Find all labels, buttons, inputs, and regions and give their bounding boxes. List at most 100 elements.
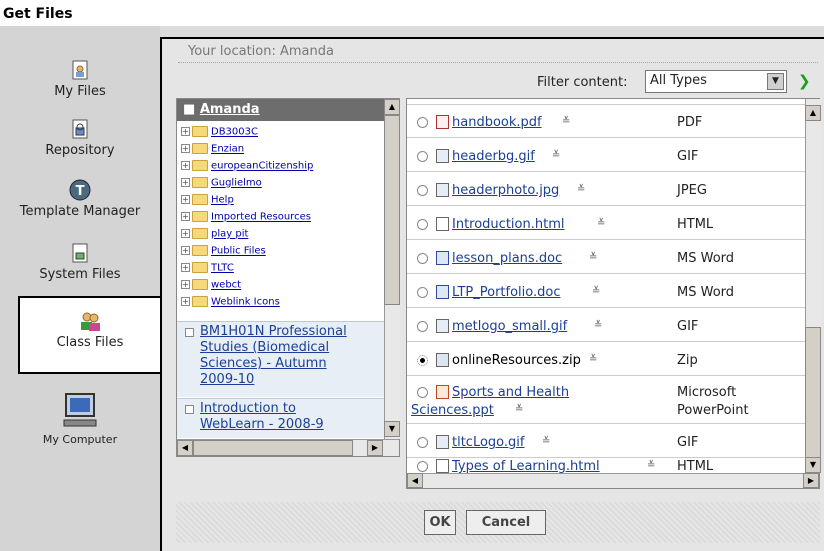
file-row[interactable]: metlogo_small.gif ≚ GIF: [407, 309, 805, 342]
expand-icon[interactable]: +: [181, 263, 190, 272]
file-row[interactable]: LTP_Portfolio.doc ≚ MS Word: [407, 275, 805, 308]
tree-vertical-scrollbar[interactable]: ▲ ▼: [384, 99, 400, 439]
file-row[interactable]: lesson_plans.doc ≚ MS Word: [407, 241, 805, 274]
properties-icon[interactable]: ≚: [577, 184, 588, 195]
file-row[interactable]: tltcLogo.gif ≚ GIF: [407, 425, 805, 458]
expand-icon[interactable]: +: [181, 246, 190, 255]
expand-icon[interactable]: +: [181, 212, 190, 221]
tree-folder-label[interactable]: play pit: [211, 229, 248, 240]
tree-folder-label[interactable]: Weblink Icons: [211, 297, 280, 308]
file-name-link[interactable]: headerbg.gif: [452, 149, 535, 164]
properties-icon[interactable]: ≚: [552, 150, 563, 161]
tree-folder[interactable]: + Public Files: [181, 245, 266, 257]
cancel-button[interactable]: Cancel: [466, 510, 546, 535]
expand-icon[interactable]: +: [181, 195, 190, 204]
properties-icon[interactable]: ≚: [592, 286, 603, 297]
expand-icon[interactable]: +: [181, 280, 190, 289]
course-label[interactable]: Introduction to: [200, 401, 296, 416]
tree-folder-label[interactable]: Public Files: [211, 246, 266, 257]
properties-icon[interactable]: ≚: [589, 354, 600, 365]
files-vertical-scrollbar[interactable]: ▲ ▼: [805, 99, 821, 473]
course-checkbox[interactable]: [185, 405, 194, 414]
file-row[interactable]: Types of Learning.html ≚ HTML: [407, 459, 805, 474]
tree-folder[interactable]: + DB3003C: [181, 126, 258, 138]
scroll-right-icon[interactable]: ▶: [803, 473, 819, 488]
tree-folder[interactable]: + Weblink Icons: [181, 296, 280, 308]
properties-icon[interactable]: ≚: [594, 320, 605, 331]
expand-icon[interactable]: +: [181, 161, 190, 170]
tree-folder[interactable]: + Help: [181, 194, 234, 206]
scroll-down-icon[interactable]: ▼: [805, 457, 821, 473]
tree-course[interactable]: BM1H01N Professional Studies (Biomedical…: [177, 321, 384, 397]
scroll-thumb[interactable]: [805, 327, 821, 459]
sidebar-item-system-files[interactable]: System Files: [0, 241, 160, 282]
file-row[interactable]: onlineResources.zip ≚ Zip: [407, 343, 805, 376]
course-checkbox[interactable]: [185, 328, 194, 337]
file-row[interactable]: handbook.pdf ≚ PDF: [407, 106, 805, 138]
file-row[interactable]: Introduction.html ≚ HTML: [407, 207, 805, 240]
scroll-up-icon[interactable]: ▲: [384, 99, 400, 115]
expand-icon[interactable]: +: [181, 297, 190, 306]
course-label[interactable]: Studies (Biomedical: [200, 340, 329, 355]
file-name-link[interactable]: lesson_plans.doc: [452, 251, 562, 266]
file-row[interactable]: Sports and Health Sciences.ppt ≚ Microso…: [407, 377, 805, 424]
scroll-down-icon[interactable]: ▼: [384, 421, 400, 437]
file-name-link[interactable]: Types of Learning.html: [452, 459, 600, 474]
sidebar-item-my-computer[interactable]: My Computer: [0, 390, 160, 447]
tree-folder[interactable]: + Imported Resources: [181, 211, 311, 223]
properties-icon[interactable]: ≚: [515, 404, 526, 415]
file-radio[interactable]: [417, 219, 428, 230]
file-row[interactable]: headerbg.gif ≚ GIF: [407, 139, 805, 172]
tree-folder[interactable]: + Enzian: [181, 143, 244, 155]
tree-folder-label[interactable]: Help: [211, 195, 234, 206]
properties-icon[interactable]: ≚: [589, 252, 600, 263]
file-row[interactable]: headerphoto.jpg ≚ JPEG: [407, 173, 805, 206]
file-name-link[interactable]: headerphoto.jpg: [452, 183, 559, 198]
file-radio[interactable]: [417, 253, 428, 264]
file-name-link[interactable]: Sciences.ppt: [411, 403, 494, 418]
file-radio[interactable]: [417, 437, 428, 448]
file-radio[interactable]: [417, 461, 428, 472]
scroll-left-icon[interactable]: ◀: [407, 473, 423, 488]
file-name-link[interactable]: tltcLogo.gif: [452, 435, 524, 450]
sidebar-item-class-files[interactable]: Class Files: [10, 309, 170, 350]
tree-folder[interactable]: + TLTC: [181, 262, 234, 274]
tree-folder[interactable]: + europeanCitizenship: [181, 160, 313, 172]
tree-folder-label[interactable]: Enzian: [211, 144, 244, 155]
properties-icon[interactable]: ≚: [647, 460, 658, 471]
files-horizontal-scrollbar[interactable]: ◀ ▶: [407, 473, 819, 488]
file-name-link[interactable]: Sports and Health: [452, 385, 569, 400]
tree-horizontal-scrollbar[interactable]: ◀ ▶: [177, 439, 399, 456]
tree-folder[interactable]: + webct: [181, 279, 241, 291]
properties-icon[interactable]: ≚: [562, 116, 573, 127]
scroll-left-icon[interactable]: ◀: [177, 440, 193, 456]
scroll-thumb[interactable]: [384, 115, 400, 305]
expand-icon[interactable]: +: [181, 178, 190, 187]
go-arrow-icon[interactable]: ❯: [798, 72, 811, 90]
file-name-link[interactable]: Introduction.html: [452, 217, 564, 232]
file-radio[interactable]: [417, 185, 428, 196]
properties-icon[interactable]: ≚: [597, 218, 608, 229]
file-name-link[interactable]: metlogo_small.gif: [452, 319, 567, 334]
ok-button[interactable]: OK: [424, 510, 456, 535]
course-label[interactable]: 2009-10: [200, 372, 254, 387]
course-label[interactable]: Sciences) - Autumn: [200, 356, 327, 371]
file-name-link[interactable]: LTP_Portfolio.doc: [452, 285, 560, 300]
file-radio[interactable]: [417, 117, 428, 128]
file-radio[interactable]: [417, 151, 428, 162]
scroll-thumb[interactable]: [193, 440, 353, 456]
tree-folder-label[interactable]: Guglielmo: [211, 178, 262, 189]
tree-folder-label[interactable]: europeanCitizenship: [211, 161, 313, 172]
course-label[interactable]: BM1H01N Professional: [200, 324, 347, 339]
file-radio[interactable]: [417, 287, 428, 298]
sidebar-item-repository[interactable]: Repository: [0, 117, 160, 158]
sidebar-item-my-files[interactable]: My Files: [0, 58, 160, 99]
file-radio-selected[interactable]: [417, 355, 428, 366]
file-radio[interactable]: [417, 321, 428, 332]
tree-folder-label[interactable]: TLTC: [211, 263, 234, 274]
filter-type-select[interactable]: All Types ▼: [645, 70, 787, 93]
scroll-up-icon[interactable]: ▲: [805, 105, 821, 121]
tree-root-label[interactable]: Amanda: [200, 102, 260, 117]
expand-icon[interactable]: +: [181, 229, 190, 238]
tree-folder-label[interactable]: webct: [211, 280, 241, 291]
